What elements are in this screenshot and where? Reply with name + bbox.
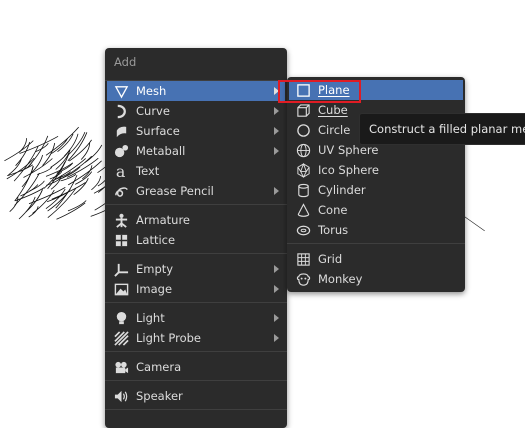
svg-text:a: a [115, 164, 125, 179]
cone-icon [295, 202, 311, 218]
menu-item-speaker[interactable]: Speaker [107, 386, 285, 406]
separator [105, 351, 287, 352]
submenu-arrow-icon [274, 147, 279, 155]
hair-stroke [18, 196, 36, 220]
menu-item-label: Light Probe [136, 331, 201, 345]
menu-item-metaball[interactable]: Metaball [107, 141, 285, 161]
hair-stroke [9, 197, 19, 212]
separator [105, 409, 287, 410]
hair-stroke [47, 188, 77, 219]
menu-item-label: Mesh [136, 84, 167, 98]
hair-stroke [52, 158, 86, 182]
metaball-icon [113, 143, 129, 159]
menu-item-mesh[interactable]: Mesh [107, 81, 285, 101]
menu-item-label: Light [136, 311, 165, 325]
submenu-arrow-icon [274, 107, 279, 115]
menu-item-label: Camera [136, 360, 182, 374]
hair-stroke [14, 172, 40, 206]
mesh-item-label: Cone [318, 203, 348, 217]
hair-stroke [80, 142, 91, 160]
mesh-item-torus[interactable]: Torus [289, 220, 463, 240]
submenu-arrow-icon [274, 285, 279, 293]
armature-icon [113, 212, 129, 228]
monkey-icon [295, 271, 311, 287]
image-icon [113, 281, 129, 297]
tooltip: Construct a filled planar mesh w [359, 113, 525, 145]
grease-pencil-icon [113, 183, 129, 199]
mesh-item-cylinder[interactable]: Cylinder [289, 180, 463, 200]
menu-item-curve[interactable]: Curve [107, 101, 285, 121]
hair-stroke [18, 138, 27, 153]
menu-item-armature[interactable]: Armature [107, 210, 285, 230]
mesh-item-label: Ico Sphere [318, 163, 379, 177]
mesh-item-label: Grid [318, 252, 343, 266]
separator [105, 302, 287, 303]
menu-item-image[interactable]: Image [107, 279, 285, 299]
empty-axes-icon [113, 261, 129, 277]
mesh-item-label: UV Sphere [318, 143, 379, 157]
mesh-item-ico-sphere[interactable]: Ico Sphere [289, 160, 463, 180]
light-bulb-icon [113, 310, 129, 326]
separator [287, 243, 465, 244]
cylinder-icon [295, 182, 311, 198]
submenu-arrow-icon [274, 314, 279, 322]
surface-icon [113, 123, 129, 139]
hair-stroke [28, 135, 49, 167]
menu-item-empty[interactable]: Empty [107, 259, 285, 279]
separator [105, 204, 287, 205]
menu-item-label: Surface [136, 124, 180, 138]
separator [105, 253, 287, 254]
menu-item-light-probe[interactable]: Light Probe [107, 328, 285, 348]
submenu-arrow-icon [274, 265, 279, 273]
menu-item-label: Empty [136, 262, 174, 276]
menu-item-lattice[interactable]: Lattice [107, 230, 285, 250]
add-menu-title: Add [114, 55, 137, 69]
text-icon: a [113, 163, 129, 179]
mesh-submenu: Plane Cube Circle UV Sphere Ico Sphere C… [287, 77, 465, 292]
submenu-arrow-icon [274, 127, 279, 135]
hair-stroke [56, 202, 86, 220]
light-probe-icon [113, 330, 129, 346]
camera-icon [113, 359, 129, 375]
menu-item-light[interactable]: Light [107, 308, 285, 328]
mesh-cone-icon [113, 83, 129, 99]
add-menu: Add Mesh Curve Surface Metaball a Text G… [105, 48, 287, 428]
menu-item-label: Grease Pencil [136, 184, 214, 198]
curve-icon [113, 103, 129, 119]
mesh-item-label: Torus [318, 223, 349, 237]
separator [105, 380, 287, 381]
tooltip-text: Construct a filled planar mesh w [369, 122, 525, 136]
submenu-arrow-icon [274, 334, 279, 342]
menu-item-label: Curve [136, 104, 170, 118]
torus-icon [295, 222, 311, 238]
menu-item-surface[interactable]: Surface [107, 121, 285, 141]
menu-item-grease-pencil[interactable]: Grease Pencil [107, 181, 285, 201]
mesh-item-grid[interactable]: Grid [289, 249, 463, 269]
menu-item-label: Text [136, 164, 160, 178]
menu-item-text[interactable]: a Text [107, 161, 285, 181]
ico-sphere-icon [295, 162, 311, 178]
mesh-item-cone[interactable]: Cone [289, 200, 463, 220]
speaker-icon [113, 388, 129, 404]
mesh-item-monkey[interactable]: Monkey [289, 269, 463, 289]
hair-stroke [45, 126, 80, 156]
highlight-annotation-box [278, 80, 361, 103]
hair-stroke [67, 200, 87, 212]
grid-icon [295, 251, 311, 267]
menu-item-camera[interactable]: Camera [107, 357, 285, 377]
mesh-item-label: Cylinder [318, 183, 366, 197]
mesh-item-label: Monkey [318, 272, 363, 286]
menu-item-label: Metaball [136, 144, 186, 158]
submenu-arrow-icon [274, 187, 279, 195]
menu-item-label: Lattice [136, 233, 176, 247]
menu-item-label: Armature [136, 213, 190, 227]
hair-stroke [91, 175, 101, 191]
lattice-icon [113, 232, 129, 248]
circle-icon [295, 122, 311, 138]
cube-icon [295, 102, 311, 118]
uv-sphere-icon [295, 142, 311, 158]
menu-item-label: Image [136, 282, 173, 296]
menu-item-label: Speaker [136, 389, 183, 403]
